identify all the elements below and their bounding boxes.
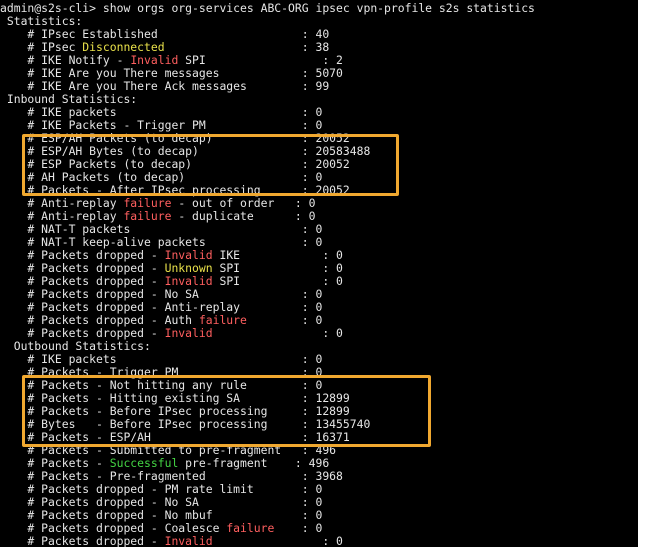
text-segment: # IKE Are you There messages : 5070 — [0, 66, 343, 80]
text-segment: # Packets dropped - No mbuf : 0 — [0, 508, 323, 522]
text-segment: Outbound Statistics: — [0, 339, 151, 353]
text-segment: - out of order : 0 — [171, 196, 316, 210]
outbound-highlight-box — [22, 375, 431, 447]
text-segment: # IKE Are you There Ack messages : 99 — [0, 79, 330, 93]
text-segment: # Packets dropped - No SA : 0 — [0, 287, 323, 301]
text-segment: : 0 — [212, 326, 343, 340]
text-segment: # NAT-T packets : 0 — [0, 222, 323, 236]
text-segment: # IKE Notify - — [0, 53, 131, 67]
text-segment: # Packets dropped - — [0, 261, 165, 275]
text-segment: admin@s2s-cli> show orgs org-services AB… — [0, 1, 535, 15]
text-segment: Invalid — [164, 248, 213, 262]
text-segment: Unknown — [164, 261, 213, 275]
text-segment: # Packets - Pre-fragmented : 3968 — [0, 469, 343, 483]
text-segment: Inbound Statistics: — [0, 92, 138, 106]
text-segment: Disconnected — [82, 40, 165, 54]
text-segment: # IKE Packets - Trigger PM : 0 — [0, 118, 323, 132]
text-segment: # Anti-replay — [0, 196, 124, 210]
text-segment: # Packets dropped - — [0, 248, 165, 262]
text-segment: SPI : 2 — [178, 53, 343, 67]
text-segment: # Anti-replay — [0, 209, 124, 223]
text-segment: # Packets dropped - Auth — [0, 313, 199, 327]
text-segment: failure — [226, 521, 275, 535]
text-segment: Invalid — [130, 53, 179, 67]
text-segment: : 0 — [246, 313, 323, 327]
text-segment: # Packets - — [0, 456, 110, 470]
text-segment: failure — [123, 209, 172, 223]
terminal-window[interactable]: admin@s2s-cli> show orgs org-services AB… — [0, 0, 638, 547]
text-segment: # Packets dropped - PM rate limit : 0 — [0, 482, 323, 496]
text-segment: SPI : 0 — [212, 261, 343, 275]
text-segment: # Packets dropped - Coalesce — [0, 521, 227, 535]
text-segment: # IPsec — [0, 40, 83, 54]
text-segment: # Packets dropped - Anti-replay : 0 — [0, 300, 323, 314]
terminal-output-line: # Packets dropped - Invalid : 0 — [0, 535, 343, 547]
text-segment: # IKE packets : 0 — [0, 352, 323, 366]
text-segment: : 0 — [212, 534, 343, 547]
text-segment: # IKE packets : 0 — [0, 105, 323, 119]
text-segment: Statistics: — [0, 14, 83, 28]
text-segment: Invalid — [164, 274, 213, 288]
text-segment: IKE : 0 — [212, 248, 343, 262]
text-segment: Successful — [109, 456, 179, 470]
text-segment: # IPsec Established : 40 — [0, 27, 330, 41]
inbound-highlight-box — [22, 134, 399, 196]
text-segment: - duplicate : 0 — [171, 209, 316, 223]
text-segment: # Packets dropped - — [0, 326, 165, 340]
text-segment: # NAT-T keep-alive packets : 0 — [0, 235, 323, 249]
text-segment: # Packets dropped - — [0, 274, 165, 288]
text-segment: Invalid — [164, 326, 213, 340]
text-segment: # Packets dropped - — [0, 534, 165, 547]
text-segment: : 0 — [274, 521, 323, 535]
text-segment: pre-fragment : 496 — [178, 456, 330, 470]
text-segment: failure — [198, 313, 247, 327]
text-segment: Invalid — [164, 534, 213, 547]
text-segment: : 38 — [164, 40, 330, 54]
text-segment: # Packets dropped - No SA : 0 — [0, 495, 323, 509]
text-segment: failure — [123, 196, 172, 210]
text-segment: SPI : 0 — [212, 274, 343, 288]
